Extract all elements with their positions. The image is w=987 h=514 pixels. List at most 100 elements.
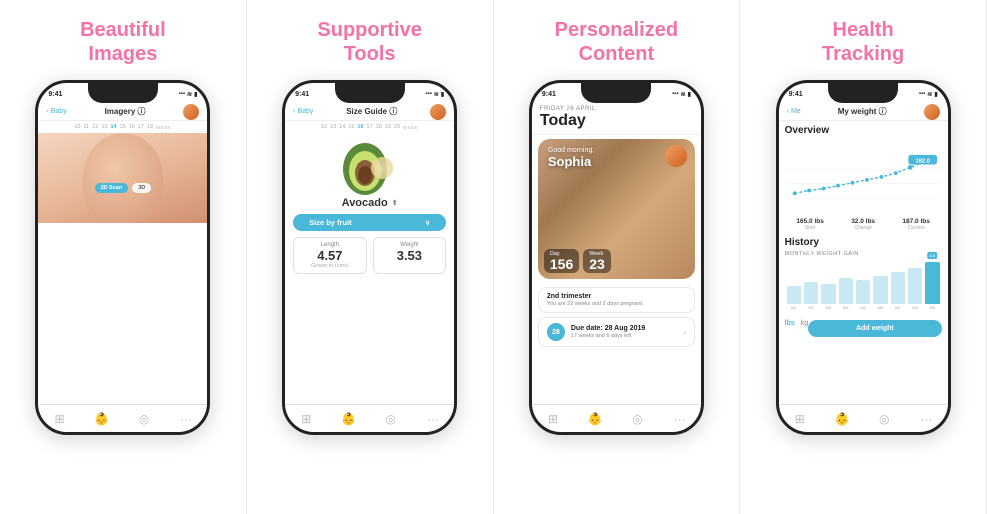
- info-cards: 2nd trimester You are 22 weeks and 2 day…: [532, 283, 701, 355]
- fruit-name: Avocado ⬆: [342, 197, 398, 209]
- day-badge: Day 156: [544, 249, 579, 273]
- bar-m2-rect: [804, 282, 818, 304]
- unit-kg[interactable]: kg: [801, 320, 808, 327]
- tab-bar-1: ⊞ 👶 ◎ ···: [38, 404, 207, 432]
- panel-health-tracking: HealthTracking 9:41 ▪▪▪ ≋ ▮ ‹ Me My weig…: [740, 0, 987, 514]
- wifi-icon-4: ≋: [927, 91, 932, 98]
- chevron-down-icon: ∨: [425, 219, 430, 227]
- weight-box: Weight 3.53: [373, 237, 447, 274]
- bar-m4: M4: [839, 278, 853, 310]
- avocado-pit: [371, 157, 393, 179]
- weight-chart: 182.0: [785, 139, 942, 214]
- week-18-p2[interactable]: 18: [376, 124, 382, 130]
- week-13-p2[interactable]: 13: [330, 124, 336, 130]
- bar-m7-label: M7: [895, 305, 901, 310]
- due-date-card[interactable]: 28 Due date: 28 Aug 2019 17 weeks and 6 …: [538, 317, 695, 347]
- tab-more-3[interactable]: ···: [671, 410, 689, 428]
- tab-baby-3[interactable]: 👶: [586, 410, 604, 428]
- tab-more-1[interactable]: ···: [177, 410, 195, 428]
- week-10[interactable]: 10: [74, 124, 80, 130]
- tab-baby-2[interactable]: 👶: [340, 410, 358, 428]
- avatar-2[interactable]: [430, 104, 446, 120]
- share-icon[interactable]: ⬆: [392, 199, 398, 207]
- week-18[interactable]: 18: [147, 124, 153, 130]
- status-bar-1: 9:41 ▪▪▪ ≋ ▮: [38, 83, 207, 103]
- size-by-label: Size by fruit: [309, 218, 352, 227]
- user-name: Sophia: [548, 154, 594, 169]
- tab-profile-3[interactable]: ◎: [629, 410, 647, 428]
- chevron-left-icon: ‹: [46, 108, 48, 115]
- week-label-2: WEEK: [403, 125, 418, 130]
- scan-2d-btn[interactable]: 2D Scan: [95, 183, 129, 193]
- week-20-p2[interactable]: 20: [394, 124, 400, 130]
- scan-buttons: 2D Scan 3D: [38, 183, 207, 193]
- bar-m6: M6: [873, 276, 887, 310]
- status-bar-4: 9:41 ▪▪▪ ≋ ▮: [779, 83, 948, 103]
- history-title: History: [785, 237, 942, 248]
- phone2: 9:41 ▪▪▪ ≋ ▮ ‹ Baby Size Guide ⓘ 12 13 1…: [282, 80, 457, 435]
- current-label: Current: [891, 225, 942, 231]
- tab-baby-4[interactable]: 👶: [833, 410, 851, 428]
- week-badge-value: 23: [589, 257, 605, 271]
- bar-m8-label: M8: [912, 305, 918, 310]
- unit-lbs[interactable]: lbs: [785, 320, 795, 327]
- bar-m4-rect: [839, 278, 853, 304]
- week-15[interactable]: 15: [120, 124, 126, 130]
- week-selector-1: 10 11 12 13 14 15 16 17 18 WEEK: [38, 121, 207, 133]
- week-14-p2[interactable]: 14: [339, 124, 345, 130]
- week-17-p2[interactable]: 17: [367, 124, 373, 130]
- week-12[interactable]: 12: [92, 124, 98, 130]
- nav-bar-2: ‹ Baby Size Guide ⓘ: [285, 103, 454, 121]
- back-button-2[interactable]: ‹ Baby: [293, 108, 313, 115]
- bar-m9-rect: 6.8: [925, 262, 939, 304]
- bar-m1-label: M1: [791, 305, 797, 310]
- week-15-p2[interactable]: 15: [348, 124, 354, 130]
- battery-icon-2: ▮: [441, 91, 444, 98]
- add-weight-button[interactable]: Add weight: [808, 320, 941, 337]
- week-19-p2[interactable]: 19: [385, 124, 391, 130]
- tab-home-2[interactable]: ⊞: [297, 410, 315, 428]
- tab-home-3[interactable]: ⊞: [544, 410, 562, 428]
- status-bar-2: 9:41 ▪▪▪ ≋ ▮: [285, 83, 454, 103]
- signal-icon-3: ▪▪▪: [672, 91, 678, 97]
- length-unit: Grown to (cms): [298, 263, 362, 269]
- panel2-title: SupportiveTools: [317, 18, 421, 66]
- units-toggle: lbs kg: [785, 320, 809, 327]
- panel1-title: BeautifulImages: [80, 18, 166, 66]
- back-button-1[interactable]: ‹ Baby: [46, 108, 66, 115]
- week-16-p2[interactable]: 16: [357, 124, 363, 130]
- nav-bar-1: ‹ Baby Imagery ⓘ: [38, 103, 207, 121]
- change-stat: 32.0 lbs Change: [838, 218, 889, 231]
- tab-profile-4[interactable]: ◎: [875, 410, 893, 428]
- time-4: 9:41: [789, 91, 803, 98]
- scan-3d-btn[interactable]: 3D: [132, 183, 151, 193]
- wifi-icon-3: ≋: [681, 91, 686, 98]
- back-button-4[interactable]: ‹ Me: [787, 108, 801, 115]
- greeting-label: Good morning,: [548, 147, 594, 154]
- avocado-container: [335, 137, 405, 197]
- chevron-left-icon-2: ‹: [293, 108, 295, 115]
- avatar-1[interactable]: [183, 104, 199, 120]
- week-selector-2: 12 13 14 15 16 17 18 19 20 WEEK: [285, 121, 454, 133]
- size-by-fruit-selector[interactable]: Size by fruit ∨: [293, 214, 446, 231]
- bar-m9-label: M9: [930, 305, 936, 310]
- tab-profile-1[interactable]: ◎: [135, 410, 153, 428]
- avatar-4[interactable]: [924, 104, 940, 120]
- week-16[interactable]: 16: [129, 124, 135, 130]
- time-1: 9:41: [48, 91, 62, 98]
- bar-m8-rect: [908, 268, 922, 304]
- tab-more-4[interactable]: ···: [918, 410, 936, 428]
- week-13[interactable]: 13: [101, 124, 107, 130]
- user-avatar-3[interactable]: [665, 145, 687, 167]
- week-11[interactable]: 11: [84, 124, 90, 130]
- tab-baby-1[interactable]: 👶: [93, 410, 111, 428]
- week-12-p2[interactable]: 12: [321, 124, 327, 130]
- week-17[interactable]: 17: [138, 124, 144, 130]
- week-14[interactable]: 14: [110, 124, 116, 130]
- tab-profile-2[interactable]: ◎: [382, 410, 400, 428]
- nav-back-label-4: Me: [791, 108, 801, 115]
- tab-home-1[interactable]: ⊞: [51, 410, 69, 428]
- overview-title: Overview: [785, 125, 942, 136]
- tab-more-2[interactable]: ···: [424, 410, 442, 428]
- tab-home-4[interactable]: ⊞: [791, 410, 809, 428]
